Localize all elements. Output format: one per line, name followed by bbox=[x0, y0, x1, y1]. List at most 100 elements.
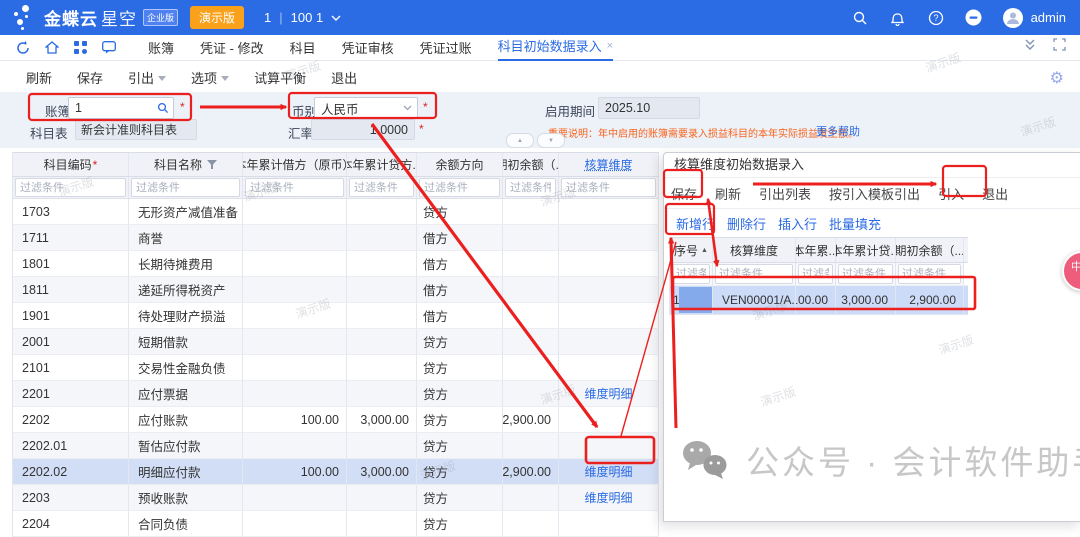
table-row[interactable]: 2204合同负债贷方 bbox=[13, 511, 659, 537]
notification-bell-icon[interactable] bbox=[889, 9, 907, 27]
dialog-export-list-button[interactable]: 引出列表 bbox=[759, 184, 811, 203]
column-header[interactable]: 本年累计借方（原币） bbox=[243, 153, 347, 176]
column-header[interactable]: 科目编码* bbox=[13, 153, 129, 176]
filter-input[interactable] bbox=[715, 264, 793, 284]
grid-cell: 2204 bbox=[13, 511, 129, 536]
table-row[interactable]: 1901待处理财产损溢借方 bbox=[13, 303, 659, 329]
save-button[interactable]: 保存 bbox=[77, 68, 103, 87]
sync-icon[interactable] bbox=[16, 41, 30, 55]
column-header[interactable]: 核算维度 bbox=[559, 153, 659, 176]
collapse-tabs-icon[interactable] bbox=[1023, 38, 1037, 55]
svg-text:?: ? bbox=[933, 13, 938, 23]
dialog-import-button[interactable]: 引入 bbox=[938, 184, 964, 203]
table-row[interactable]: 2202应付账款100.003,000.00贷方2,900.00 bbox=[13, 407, 659, 433]
table-row[interactable]: 2201应付票据贷方维度明细 bbox=[13, 381, 659, 407]
filter-input[interactable] bbox=[245, 178, 344, 197]
column-header[interactable]: 余额方向 bbox=[417, 153, 503, 176]
tab-voucher-post[interactable]: 凭证过账 bbox=[420, 38, 472, 57]
grid-cell bbox=[503, 329, 559, 354]
wechat-watermark: 公众号 · 会计软件助手 bbox=[680, 436, 1080, 484]
book-input[interactable]: 1 bbox=[68, 97, 174, 119]
grid-cell bbox=[559, 433, 659, 458]
filter-area: 账簿 1 * 币别 人民币 * 启用期间 2025.10 科目表 新会计准则科目… bbox=[0, 92, 1080, 148]
column-header[interactable]: 本年累计贷方... bbox=[347, 153, 417, 176]
filter-input[interactable] bbox=[349, 178, 414, 197]
help-icon[interactable]: ? bbox=[927, 9, 945, 27]
search-icon[interactable] bbox=[851, 9, 869, 27]
column-header-label: 科目编码 bbox=[44, 156, 92, 173]
dialog-export-template-button[interactable]: 按引入模板引出 bbox=[829, 184, 920, 203]
dim-detail-link[interactable]: 维度明细 bbox=[559, 485, 659, 510]
dim-detail-link[interactable]: 维度明细 bbox=[559, 459, 659, 484]
table-row[interactable]: 1811递延所得税资产借方 bbox=[13, 277, 659, 303]
grid-cell bbox=[347, 511, 417, 536]
column-header[interactable]: 核算维度 bbox=[713, 238, 796, 262]
more-help-link[interactable]: 更多帮助 bbox=[816, 123, 860, 139]
grid-cell: 长期待摊费用 bbox=[129, 251, 243, 276]
username-label[interactable]: admin bbox=[1031, 10, 1066, 25]
table-row[interactable]: 2202.01暂估应付款贷方 bbox=[13, 433, 659, 459]
filter-input[interactable] bbox=[898, 264, 961, 284]
table-row[interactable]: 1711商誉借方 bbox=[13, 225, 659, 251]
table-row[interactable]: 2203预收账款贷方维度明细 bbox=[13, 485, 659, 511]
collapse-up-button[interactable]: ▲ bbox=[506, 133, 534, 148]
collapse-down-button[interactable]: ▼ bbox=[537, 133, 565, 148]
export-button[interactable]: 引出 bbox=[128, 68, 166, 87]
table-row[interactable]: 1703无形资产减值准备贷方 bbox=[13, 199, 659, 225]
dialog-refresh-button[interactable]: 刷新 bbox=[715, 184, 741, 203]
filter-input[interactable] bbox=[131, 178, 240, 197]
do-not-disturb-icon[interactable] bbox=[965, 9, 983, 27]
filter-input[interactable] bbox=[672, 264, 710, 284]
insert-row-button[interactable]: 插入行 bbox=[778, 214, 817, 233]
tab-ledger[interactable]: 账簿 bbox=[148, 38, 174, 57]
org-switcher[interactable]: 1 | 100 1 bbox=[264, 10, 341, 25]
tab-voucher-edit[interactable]: 凭证 - 修改 bbox=[200, 38, 264, 57]
currency-value: 人民币 bbox=[315, 99, 359, 118]
table-row[interactable]: 2001短期借款贷方 bbox=[13, 329, 659, 355]
column-header-label: 余额方向 bbox=[435, 156, 483, 173]
home-icon[interactable] bbox=[45, 41, 59, 54]
tab-initial-data-entry-active[interactable]: 科目初始数据录入 × bbox=[498, 34, 613, 62]
table-row[interactable]: 2101交易性金融负债贷方 bbox=[13, 355, 659, 381]
message-icon[interactable] bbox=[102, 41, 116, 54]
column-header[interactable]: 本年累... bbox=[796, 238, 836, 262]
column-header[interactable]: 序号▲ bbox=[670, 238, 713, 262]
table-row[interactable]: 1801长期待摊费用借方 bbox=[13, 251, 659, 277]
filter-input[interactable] bbox=[15, 178, 126, 197]
dialog-save-button[interactable]: 保存 bbox=[671, 184, 697, 203]
grid-cell: 贷方 bbox=[417, 511, 503, 536]
column-header[interactable]: 期初余额（... bbox=[503, 153, 559, 176]
trial-balance-button[interactable]: 试算平衡 bbox=[254, 68, 306, 87]
chevron-down-icon bbox=[221, 76, 229, 81]
user-avatar[interactable] bbox=[1003, 8, 1023, 28]
delete-row-button[interactable]: 删除行 bbox=[727, 214, 766, 233]
close-tab-icon[interactable]: × bbox=[607, 35, 613, 58]
dimension-data-row[interactable]: 1VEN00001/A...100.003,000.002,900.00 bbox=[670, 286, 968, 315]
column-header[interactable]: 本年累计贷... bbox=[836, 238, 896, 262]
currency-select[interactable]: 人民币 bbox=[314, 97, 418, 119]
coa-field: 新会计准则科目表 bbox=[75, 119, 197, 140]
dim-detail-link[interactable]: 维度明细 bbox=[559, 381, 659, 406]
options-button[interactable]: 选项 bbox=[191, 68, 229, 87]
filter-input[interactable] bbox=[798, 264, 833, 284]
tab-voucher-audit[interactable]: 凭证审核 bbox=[342, 38, 394, 57]
gear-icon[interactable]: ⚙ bbox=[1050, 68, 1064, 88]
filter-input[interactable] bbox=[505, 178, 556, 197]
fullscreen-icon[interactable] bbox=[1053, 38, 1066, 55]
exit-button[interactable]: 退出 bbox=[331, 68, 357, 87]
table-row[interactable]: 2202.02明细应付款100.003,000.00贷方2,900.00维度明细 bbox=[13, 459, 659, 485]
apps-grid-icon[interactable] bbox=[74, 41, 87, 54]
filter-funnel-icon[interactable] bbox=[207, 160, 217, 169]
tab-account[interactable]: 科目 bbox=[290, 38, 316, 57]
dialog-exit-button[interactable]: 退出 bbox=[982, 184, 1008, 203]
lookup-icon[interactable] bbox=[157, 102, 169, 114]
add-row-button[interactable]: 新增行 bbox=[676, 214, 715, 233]
filter-input[interactable] bbox=[838, 264, 893, 284]
refresh-button[interactable]: 刷新 bbox=[26, 68, 52, 87]
grid-cell: 1811 bbox=[13, 277, 129, 302]
filter-input[interactable] bbox=[561, 178, 656, 197]
batch-fill-button[interactable]: 批量填充 bbox=[829, 214, 881, 233]
column-header[interactable]: 科目名称 bbox=[129, 153, 243, 176]
filter-input[interactable] bbox=[419, 178, 500, 197]
column-header[interactable]: 期初余额（... bbox=[896, 238, 964, 262]
